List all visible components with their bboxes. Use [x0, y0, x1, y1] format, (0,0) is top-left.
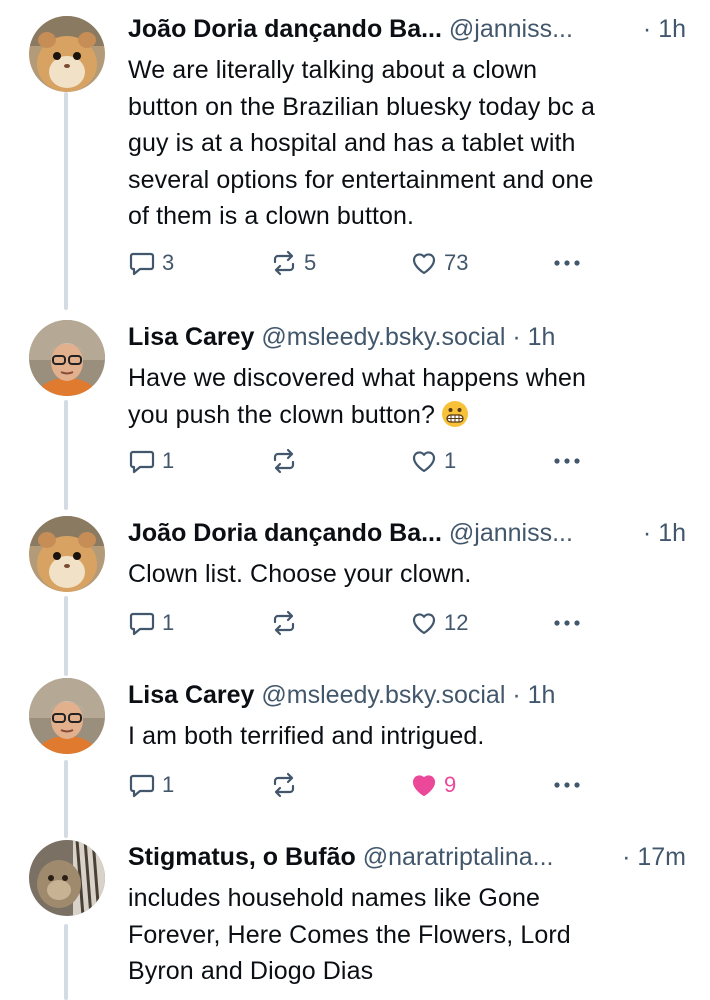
like-count: 73 — [444, 250, 469, 275]
avatar[interactable] — [29, 16, 105, 92]
post-header: Stigmatus, o Bufão @naratriptalina... · … — [128, 838, 686, 876]
reply-button[interactable]: 1 — [128, 444, 174, 478]
post-text: I am both terrified and intrigued. — [128, 722, 485, 750]
more-options-button[interactable] — [550, 246, 590, 280]
post-actions: 1 1 — [128, 444, 588, 478]
post-header: Lisa Carey @msleedy.bsky.social · 1h — [128, 318, 686, 356]
reply-button[interactable]: 3 — [128, 246, 174, 280]
speech-bubble-icon — [129, 252, 155, 276]
like-count: 9 — [444, 772, 457, 797]
post-actions: 1 9 — [128, 768, 588, 802]
post-actions: 3 5 73 — [128, 246, 588, 280]
reply-button[interactable]: 1 — [128, 768, 174, 802]
repost-button[interactable] — [270, 606, 304, 640]
author-handle[interactable]: @janniss... — [449, 519, 573, 547]
repost-count: 5 — [304, 250, 317, 275]
thread-post[interactable]: João Doria dançando Ba... @janniss... · … — [0, 514, 710, 664]
avatar[interactable] — [29, 678, 105, 754]
reply-button[interactable]: 1 — [128, 606, 174, 640]
more-options-button[interactable] — [550, 444, 590, 478]
author-handle[interactable]: @naratriptalina... — [363, 843, 554, 871]
speech-bubble-icon — [129, 450, 155, 474]
more-options-button[interactable] — [550, 768, 590, 802]
ellipsis-icon — [554, 260, 580, 266]
heart-filled-icon — [412, 775, 436, 797]
thread-post[interactable]: Lisa Carey @msleedy.bsky.social · 1h I a… — [0, 676, 710, 826]
ellipsis-icon — [554, 458, 580, 464]
like-count: 12 — [444, 610, 469, 635]
repost-arrows-icon — [273, 250, 295, 276]
author-name[interactable]: Lisa Carey — [128, 681, 254, 709]
author-name[interactable]: João Doria dançando Ba... — [128, 15, 442, 43]
post-header: Lisa Carey @msleedy.bsky.social · 1h — [128, 676, 686, 714]
avatar[interactable] — [29, 320, 105, 396]
grimacing-face-emoji-icon — [441, 400, 468, 427]
repost-arrows-icon — [273, 610, 295, 636]
post-text-body: Have we discovered what happens when you… — [128, 364, 587, 429]
hamster-avatar-image — [29, 516, 105, 592]
post-header: João Doria dançando Ba... @janniss... · … — [128, 10, 686, 48]
separator-dot: · — [512, 681, 521, 709]
repost-button[interactable] — [270, 768, 304, 802]
thread-post[interactable]: João Doria dançando Ba... @janniss... · … — [0, 10, 710, 300]
ellipsis-icon — [554, 782, 580, 788]
post-time[interactable]: 1h — [528, 323, 556, 351]
more-options-button[interactable] — [550, 606, 590, 640]
person-avatar-image — [29, 320, 105, 396]
repost-arrows-icon — [273, 448, 295, 474]
post-time[interactable]: 17m — [637, 843, 686, 871]
avatar[interactable] — [29, 840, 105, 916]
post-actions: 1 12 — [128, 606, 588, 640]
post-time[interactable]: 1h — [658, 519, 686, 547]
author-handle[interactable]: @msleedy.bsky.social — [261, 681, 505, 709]
repost-button[interactable]: 5 — [270, 246, 316, 280]
reply-count: 1 — [162, 772, 175, 797]
post-time[interactable]: 1h — [528, 681, 556, 709]
separator-dot: · — [622, 843, 631, 871]
separator-dot: · — [642, 519, 652, 547]
author-name[interactable]: Stigmatus, o Bufão — [128, 843, 356, 871]
speech-bubble-icon — [129, 774, 155, 798]
ellipsis-icon — [554, 620, 580, 626]
hamster-avatar-image — [29, 16, 105, 92]
author-name[interactable]: João Doria dançando Ba... — [128, 519, 442, 547]
post-text: Clown list. Choose your clown. — [128, 560, 472, 588]
author-handle[interactable]: @msleedy.bsky.social — [261, 323, 505, 351]
like-button[interactable]: 73 — [410, 246, 468, 280]
heart-icon — [412, 253, 436, 275]
person-avatar-image — [29, 678, 105, 754]
avatar[interactable] — [29, 516, 105, 592]
like-button[interactable]: 12 — [410, 606, 468, 640]
post-header: João Doria dançando Ba... @janniss... · … — [128, 514, 686, 552]
speech-bubble-icon — [129, 612, 155, 636]
heart-icon — [412, 613, 436, 635]
reply-count: 1 — [162, 448, 175, 473]
heart-icon — [412, 451, 436, 473]
post-text: We are literally talking about a clown b… — [128, 56, 595, 230]
like-count: 1 — [444, 448, 457, 473]
post-text: includes household names like Gone Forev… — [128, 884, 571, 985]
separator-dot: · — [512, 323, 521, 351]
author-handle[interactable]: @janniss... — [449, 15, 573, 43]
thread-post[interactable]: Stigmatus, o Bufão @naratriptalina... · … — [0, 838, 710, 1000]
cat-avatar-image — [29, 840, 105, 916]
post-time[interactable]: 1h — [658, 15, 686, 43]
repost-arrows-icon — [273, 772, 295, 798]
separator-dot: · — [642, 15, 652, 43]
reply-count: 3 — [162, 250, 175, 275]
like-button[interactable]: 9 — [410, 768, 456, 802]
reply-count: 1 — [162, 610, 175, 635]
post-text: Have we discovered what happens when you… — [128, 360, 688, 433]
author-name[interactable]: Lisa Carey — [128, 323, 254, 351]
like-button[interactable]: 1 — [410, 444, 456, 478]
thread-post[interactable]: Lisa Carey @msleedy.bsky.social · 1h Hav… — [0, 318, 710, 498]
repost-button[interactable] — [270, 444, 304, 478]
